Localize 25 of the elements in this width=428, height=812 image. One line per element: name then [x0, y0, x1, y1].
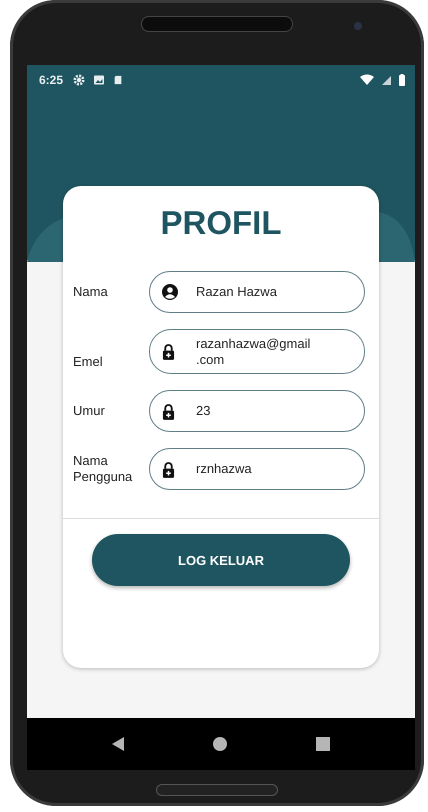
recents-icon[interactable]	[316, 737, 330, 751]
home-icon[interactable]	[212, 737, 227, 751]
image-icon	[93, 74, 106, 86]
sd-card-icon	[113, 74, 124, 86]
field-label: Emel	[73, 354, 104, 370]
wifi-icon	[360, 74, 374, 86]
logout-button[interactable]: LOG KELUAR	[92, 534, 350, 586]
lock-icon	[162, 460, 175, 478]
input-field[interactable]: razanhazwa@gmail .com	[149, 329, 365, 374]
input-field[interactable]: 23	[149, 390, 365, 432]
field-label: Nama Pengguna	[73, 452, 134, 486]
input-field[interactable]: rznhazwa	[149, 448, 365, 490]
lock-icon	[162, 343, 175, 360]
field-label: Nama	[73, 284, 109, 300]
back-icon[interactable]	[112, 737, 124, 751]
signal-icon	[382, 74, 391, 86]
lock-icon	[162, 402, 175, 420]
gear-icon	[73, 74, 86, 86]
person-icon	[162, 284, 178, 300]
battery-icon	[399, 74, 405, 86]
input-field[interactable]: Razan Hazwa	[149, 271, 365, 313]
page-title: PROFIL	[160, 204, 282, 243]
field-label: Umur	[73, 403, 106, 420]
status-time: 6:25	[39, 73, 64, 87]
camera-dot	[354, 22, 362, 30]
